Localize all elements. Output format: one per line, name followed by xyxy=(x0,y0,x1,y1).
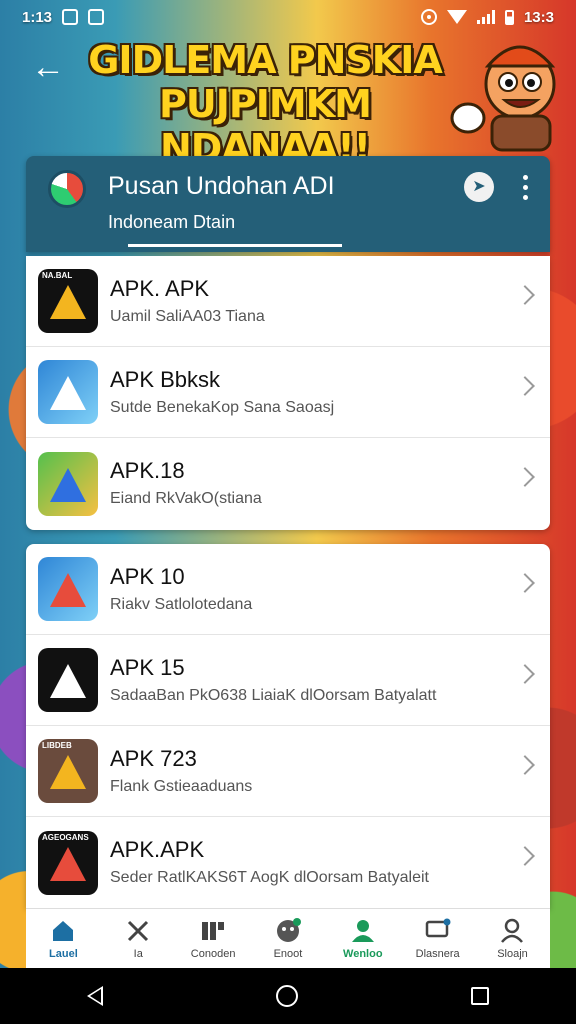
tab-indicator xyxy=(128,244,342,247)
app-name: APK 723 xyxy=(110,746,197,771)
tab-indonesia[interactable]: Indoneam Dtain xyxy=(108,212,235,233)
nav-label: Lauel xyxy=(49,947,78,960)
app-header-card: Pusan Undohan ADI Indoneam Dtain ➤ xyxy=(26,156,550,252)
nav-item-grid[interactable]: Conoden xyxy=(176,918,250,960)
system-home-icon[interactable] xyxy=(275,985,298,1007)
profile-icon xyxy=(501,918,524,943)
header-title: Pusan Undohan ADI xyxy=(108,172,335,200)
chevron-right-icon xyxy=(515,376,535,396)
signal-icon xyxy=(476,10,495,24)
app-name: APK. APK xyxy=(110,276,210,301)
banner-line-1: GIDLEMA PNSKIA xyxy=(88,38,443,82)
list-item[interactable]: APK.18 Eiand RkVakO(stiana xyxy=(26,438,550,529)
grid-icon xyxy=(202,921,225,940)
tools-icon xyxy=(128,920,149,941)
nav-label: Enoot xyxy=(273,947,303,960)
app-name: APK 10 xyxy=(110,564,185,589)
list-item[interactable]: APK 15 SadaaBan PkO638 LiaiaK dlOorsam B… xyxy=(26,635,550,726)
chevron-right-icon xyxy=(515,285,535,305)
system-recents-icon[interactable] xyxy=(471,987,490,1005)
chevron-right-icon xyxy=(515,755,535,775)
gallery-icon xyxy=(62,9,79,25)
list-item[interactable]: NA.BAL APK. APK Uamil SaliAA03 Tiana xyxy=(26,256,550,347)
app-description: Eiand RkVakO(stiana xyxy=(110,490,262,507)
app-name: APK.APK xyxy=(110,837,205,862)
nav-item-face[interactable]: Enoot xyxy=(251,917,325,960)
app-icon-label: AGEOGANS xyxy=(42,832,89,842)
app-description: SadaaBan PkO638 LiaiaK dlOorsam Batyalat… xyxy=(110,687,437,704)
app-icon-paper xyxy=(38,648,98,712)
status-clock: 13:3 xyxy=(523,8,554,26)
app-description: Uamil SaliAA03 Tiana xyxy=(110,308,265,325)
app-description: Flank Gstieaaduans xyxy=(110,778,253,795)
app-name: APK.18 xyxy=(110,458,185,483)
nav-item-profile[interactable]: Sloajn xyxy=(475,918,549,960)
chevron-right-icon xyxy=(515,467,535,487)
app-name: APK Bbksk xyxy=(110,367,221,392)
app-icon-label: NA.BAL xyxy=(42,271,73,280)
list-item[interactable]: APK Bbksk Sutde BenekaKop Sana Saoasj xyxy=(26,347,550,438)
list-item[interactable]: APK 10 Riakv Satlolotedana xyxy=(26,544,550,635)
nav-item-home[interactable]: Lauel xyxy=(26,918,100,960)
home-icon xyxy=(53,920,74,941)
person-green-icon xyxy=(351,919,374,942)
nav-label: Conoden xyxy=(190,947,236,960)
app-icon-label: LIBDEB xyxy=(42,741,72,750)
app-icon-a: NA.BAL xyxy=(38,269,98,333)
app-icon-a-brown: LIBDEB xyxy=(38,739,98,803)
nav-label: Sloajn xyxy=(497,947,528,960)
nav-label: Dlasnera xyxy=(415,947,460,960)
face-icon xyxy=(276,917,301,942)
play-arrow-icon[interactable]: ➤ xyxy=(464,172,494,202)
chevron-right-icon xyxy=(515,846,535,866)
back-arrow-icon[interactable]: ← xyxy=(30,50,66,86)
chevron-right-icon xyxy=(515,664,535,684)
app-description: Seder RatlKAKS6T AogK dlOorsam Batyaleit xyxy=(110,869,429,886)
app-icon-a-multicolor: AGEOGANS xyxy=(38,830,98,895)
more-vert-icon[interactable] xyxy=(520,172,530,202)
nav-item-person[interactable]: Wenloo xyxy=(326,918,400,960)
app-icon-a-blue xyxy=(38,557,98,621)
system-navigation-bar xyxy=(0,968,576,1024)
app-description: Riakv Satlolotedana xyxy=(110,596,253,613)
promo-banner: GIDLEMA PNSKIA PUJPIMKM NDANAA!! xyxy=(80,38,450,170)
brand-logo-icon xyxy=(48,170,86,208)
list-item[interactable]: LIBDEB APK 723 Flank Gstieaaduans xyxy=(26,726,550,817)
chevron-right-icon xyxy=(515,573,535,593)
app-name: APK 15 xyxy=(110,655,185,680)
bottom-navigation: Lauel Ia Conoden Enoot Wenloo Dlasnera S… xyxy=(26,908,550,968)
record-icon xyxy=(420,9,437,25)
app-description: Sutde BenekaKop Sana Saoasj xyxy=(110,399,335,416)
list-item[interactable]: AGEOGANS APK.APK Seder RatlKAKS6T AogK d… xyxy=(26,817,550,908)
app-icon-map xyxy=(38,451,98,516)
status-bar: 1:13 13:3 xyxy=(0,0,576,34)
mascot-character xyxy=(450,45,556,152)
app-icon-book xyxy=(38,360,98,424)
app-list-card-2: APK 10 Riakv Satlolotedana APK 15 SadaaB… xyxy=(26,544,550,908)
wifi-icon xyxy=(446,10,467,24)
battery-icon xyxy=(504,9,514,25)
nav-item-tools[interactable]: Ia xyxy=(101,918,175,960)
chat-icon xyxy=(425,918,451,937)
system-back-icon[interactable] xyxy=(86,986,103,1006)
notification-icon xyxy=(88,9,105,25)
nav-label: Wenloo xyxy=(343,947,383,960)
nav-label: Ia xyxy=(133,947,143,960)
status-time: 1:13 xyxy=(22,8,53,26)
nav-item-chat[interactable]: Dlasnera xyxy=(401,918,475,960)
app-list-card-1: NA.BAL APK. APK Uamil SaliAA03 Tiana APK… xyxy=(26,256,550,530)
